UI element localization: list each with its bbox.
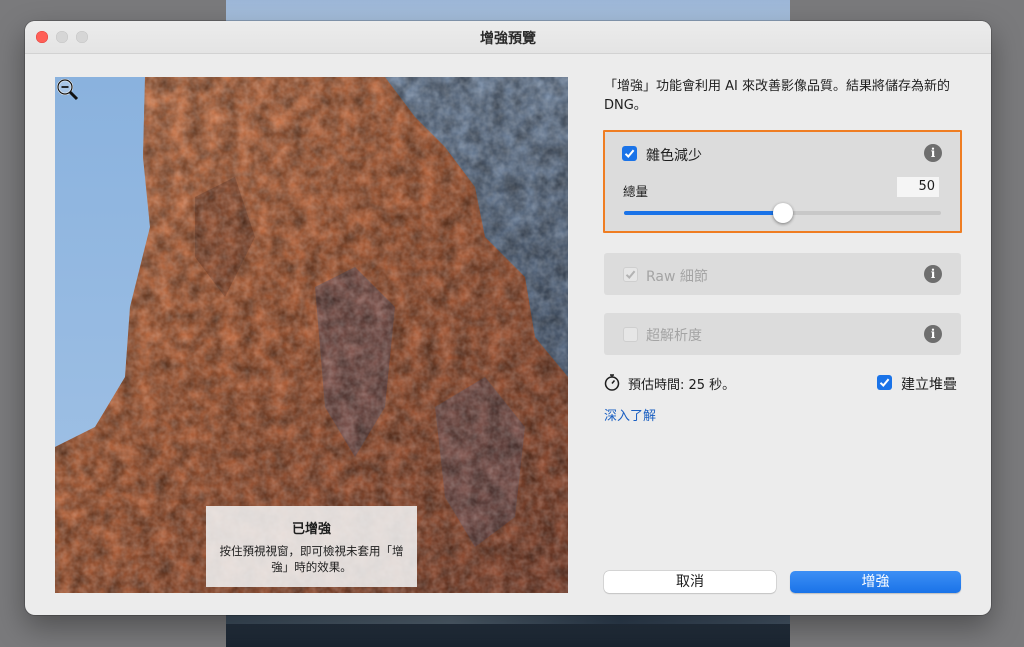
raw-details-checkbox	[623, 267, 638, 282]
checkmark-icon	[625, 270, 636, 279]
zoom-out-magnifier-icon[interactable]	[55, 77, 79, 101]
enhance-description: 「增強」功能會利用 AI 來改善影像品質。結果將儲存為新的 DNG。	[604, 79, 950, 113]
amount-label: 總量	[623, 184, 649, 199]
noise-reduction-info-icon[interactable]: i	[924, 144, 942, 162]
overlay-hint: 按住預視視窗，即可檢視未套用「增強」時的效果。	[219, 544, 404, 574]
noise-reduction-checkbox[interactable]	[622, 146, 637, 161]
enhance-button[interactable]: 增強	[790, 571, 961, 593]
cancel-button[interactable]: 取消	[604, 571, 776, 593]
checkmark-icon	[879, 378, 890, 387]
super-resolution-checkbox	[623, 327, 638, 342]
estimated-time: 預估時間: 25 秒。	[628, 378, 736, 393]
checkmark-icon	[624, 149, 635, 158]
title-bar: 增強預覽	[25, 21, 991, 54]
background-photo-bottom	[226, 612, 790, 647]
noise-reduction-label: 雜色減少	[646, 148, 702, 164]
raw-details-label: Raw 細節	[646, 269, 708, 285]
amount-slider[interactable]	[624, 203, 941, 223]
create-stack-checkbox[interactable]	[877, 375, 892, 390]
enhance-preview-image[interactable]: 已增強 按住預視視窗，即可檢視未套用「增強」時的效果。	[55, 77, 568, 593]
enhanced-overlay: 已增強 按住預視視窗，即可檢視未套用「增強」時的效果。	[206, 506, 417, 587]
amount-slider-thumb[interactable]	[772, 203, 793, 223]
stopwatch-icon	[604, 374, 620, 391]
super-resolution-label: 超解析度	[646, 328, 702, 344]
create-stack-label: 建立堆疊	[901, 377, 957, 393]
raw-details-info-icon[interactable]: i	[924, 265, 942, 283]
learn-more-link[interactable]: 深入了解	[604, 405, 656, 424]
enhance-preview-dialog: 增強預覽 已增強 按住預視視窗，即可檢視未套用「增強」時的效果。 「增強」功能會…	[25, 21, 991, 615]
window-title: 增強預覽	[480, 31, 536, 47]
amount-value-field[interactable]: 50	[897, 177, 939, 197]
super-resolution-info-icon[interactable]: i	[924, 325, 942, 343]
amount-slider-fill	[624, 211, 783, 215]
overlay-title: 已增強	[291, 522, 331, 537]
